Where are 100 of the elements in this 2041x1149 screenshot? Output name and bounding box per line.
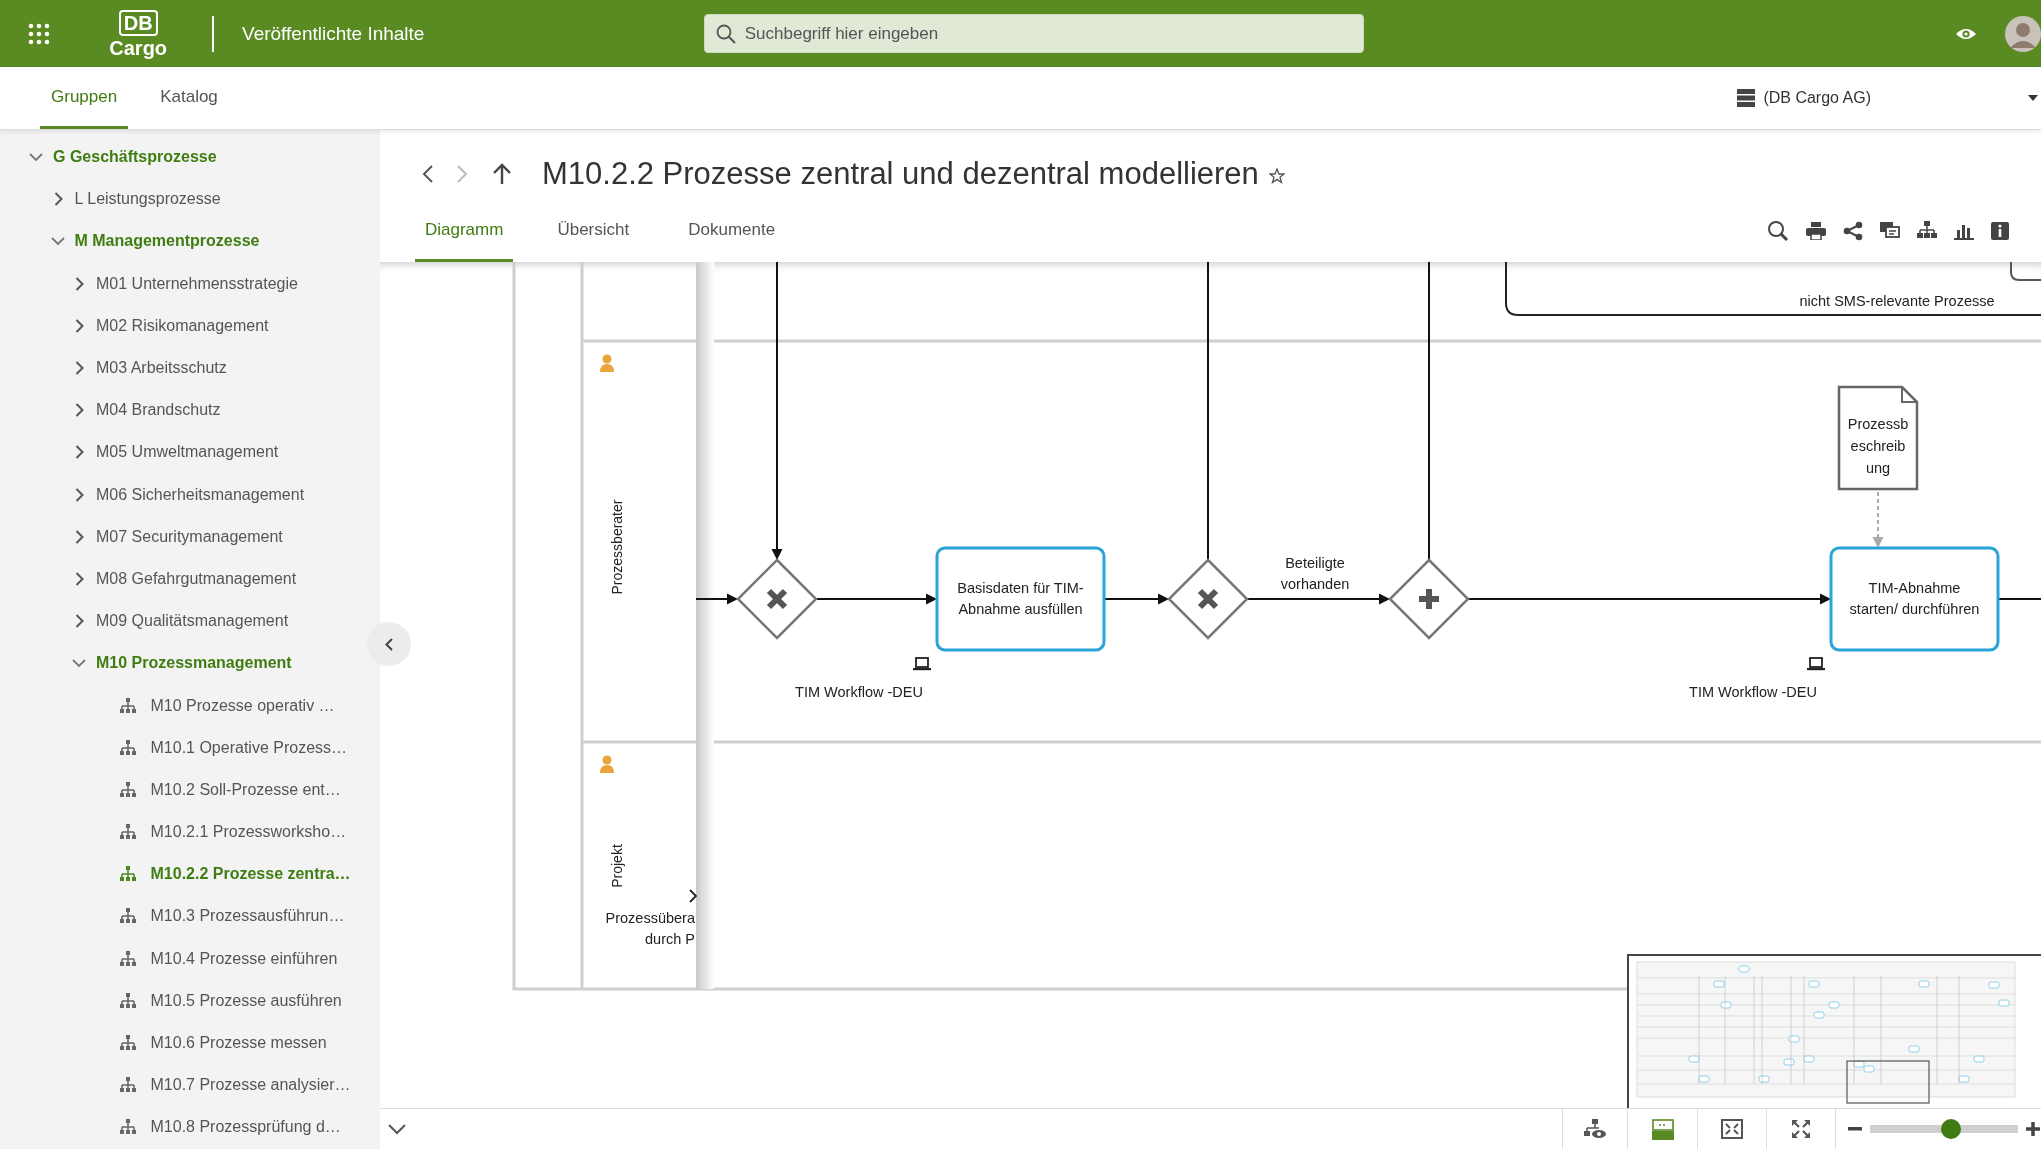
task-label: Abnahme ausfüllen [958, 601, 1083, 617]
laptop-icon [913, 657, 931, 671]
lane-label: Projekt [609, 844, 625, 888]
system-label: TIM Workflow -DEU [1689, 684, 1817, 700]
person-icon [600, 755, 614, 773]
tree-item[interactable]: M09 Qualitätsmanagement [0, 600, 289, 643]
lane-label: Prozessberater [609, 499, 625, 595]
document-label: eschreib [1850, 438, 1906, 454]
tree-item[interactable]: M07 Securitymanagement [0, 515, 283, 558]
flow-label: Beteiligte [1285, 555, 1345, 571]
hierarchy-icon [118, 1077, 137, 1094]
page-title: M10.2.2 Prozesse zentral und dezentral modellieren [542, 156, 1259, 192]
chevron-right-icon[interactable] [75, 614, 84, 629]
flow-line [1997, 598, 2041, 600]
search-icon[interactable] [1767, 220, 1789, 242]
info-icon[interactable] [1991, 222, 2009, 240]
tree-item[interactable]: M06 Sicherheitsmanagement [0, 473, 305, 516]
share-icon[interactable] [1843, 221, 1863, 241]
minimap-icon [1651, 1118, 1674, 1140]
tree-item[interactable]: M10.7 Prozesse analysier… [0, 1064, 351, 1107]
tree-item[interactable]: M10.2 Soll-Prozesse ent… [0, 768, 341, 811]
caret-icon[interactable] [2028, 95, 2038, 101]
tree-item[interactable]: M01 Unternehmensstrategie [0, 262, 298, 305]
tree-item[interactable]: M10.1 Operative Prozess… [0, 726, 348, 769]
search-field[interactable]: Suchbegriff hier eingeben [703, 14, 1364, 53]
zoom-in-icon[interactable] [2026, 1122, 2040, 1136]
slider-thumb[interactable] [1941, 1119, 1962, 1139]
tree-item[interactable]: M04 Brandschutz [0, 389, 221, 432]
event-label: durch P [645, 931, 695, 947]
tree-item[interactable]: M10.4 Prozesse einführen [0, 937, 338, 980]
document-label: ung [1865, 460, 1891, 476]
flow-arrow [1103, 593, 1169, 605]
hierarchy-icon [118, 992, 137, 1009]
chevron-right-icon[interactable] [75, 276, 84, 291]
tree-item[interactable]: M05 Umweltmanagement [0, 431, 279, 474]
chevron-right-icon[interactable] [75, 361, 84, 376]
hierarchy-icon [118, 908, 137, 925]
chevron-down-icon[interactable] [72, 658, 86, 668]
chevron-down-icon[interactable] [388, 1124, 406, 1135]
hierarchy-icon[interactable] [1917, 221, 1937, 241]
group-label: nicht SMS-relevante Prozesse [1799, 293, 1995, 309]
tree-item[interactable]: M10.6 Prozesse messen [0, 1021, 327, 1065]
hierarchy-icon [118, 824, 137, 841]
hierarchy-eye-icon [1584, 1119, 1606, 1139]
content-tab[interactable]: Übersicht [547, 200, 640, 262]
chevron-right-icon[interactable] [75, 487, 84, 502]
chevron-right-icon[interactable] [75, 403, 84, 418]
chevron-right-icon[interactable] [75, 529, 84, 544]
tree-item[interactable]: L Leistungsprozesse [0, 178, 221, 221]
comments-icon[interactable] [1880, 222, 1900, 240]
chevron-left-icon [385, 637, 393, 651]
print-icon[interactable] [1806, 222, 1826, 240]
up-arrow-icon[interactable] [492, 163, 512, 185]
back-icon[interactable] [422, 164, 434, 184]
app-title: Veröffentlichte Inhalte [242, 22, 425, 45]
tree-item[interactable]: G Geschäftsprozesse [0, 136, 217, 179]
eye-icon[interactable] [1954, 26, 1976, 41]
tree-item[interactable]: M10.3 Prozessausführun… [0, 895, 345, 938]
hierarchy-icon [118, 781, 137, 798]
task-label: starten/ durchführen [1849, 601, 1980, 617]
server-icon [1737, 89, 1756, 107]
hierarchy-icon [118, 1035, 137, 1052]
content-tab[interactable]: Dokumente [678, 200, 786, 262]
document-label: Prozessb [1847, 416, 1909, 432]
tree-item[interactable]: M02 Risikomanagement [0, 304, 269, 347]
tree-item[interactable]: M10.2.2 Prozesse zentra… [0, 853, 351, 896]
expand-arrows-icon [1791, 1119, 1811, 1139]
chevron-right-icon[interactable] [75, 571, 84, 586]
arrowhead-icon [689, 889, 698, 903]
hierarchy-icon [118, 950, 137, 967]
hierarchy-icon [118, 866, 137, 883]
star-icon[interactable] [1268, 168, 1285, 184]
flow-arrow [695, 593, 738, 605]
flow-label: vorhanden [1280, 576, 1350, 592]
logo: DB Cargo [109, 9, 168, 58]
tree-item[interactable]: M10 Prozessmanagement [0, 642, 292, 685]
chevron-down-icon[interactable] [29, 152, 43, 162]
tree-item[interactable]: M10.2.1 Prozessworksho… [0, 811, 347, 854]
task-label: TIM-Abnahme [1868, 580, 1961, 596]
chevron-right-icon[interactable] [75, 445, 84, 460]
bar-chart-icon[interactable] [1954, 222, 1974, 240]
tree-item[interactable]: M10 Prozesse operativ … [0, 684, 335, 727]
system-label: TIM Workflow -DEU [795, 684, 923, 700]
organization-label[interactable]: (DB Cargo AG) [1763, 89, 1871, 107]
search-icon [715, 24, 736, 44]
zoom-out-icon[interactable] [1848, 1127, 1862, 1131]
fit-screen-icon [1721, 1119, 1743, 1139]
tree-item[interactable]: M10.8 Prozessprüfung d… [0, 1106, 341, 1149]
association-arrow [1872, 491, 1884, 548]
chevron-right-icon[interactable] [53, 192, 63, 207]
event-label: Prozessübera [605, 910, 695, 926]
tree-item[interactable]: M08 Gefahrgutmanagement [0, 557, 297, 601]
apps-grid-icon[interactable] [28, 22, 50, 45]
hierarchy-icon [118, 1119, 137, 1136]
chevron-down-icon[interactable] [50, 236, 65, 246]
tree-item[interactable]: M03 Arbeitsschutz [0, 346, 227, 390]
nav-tab[interactable]: Katalog [149, 67, 229, 129]
chevron-right-icon[interactable] [75, 318, 84, 333]
tree-item[interactable]: M10.5 Prozesse ausführen [0, 979, 342, 1022]
tree-item[interactable]: M Managementprozesse [0, 220, 260, 263]
